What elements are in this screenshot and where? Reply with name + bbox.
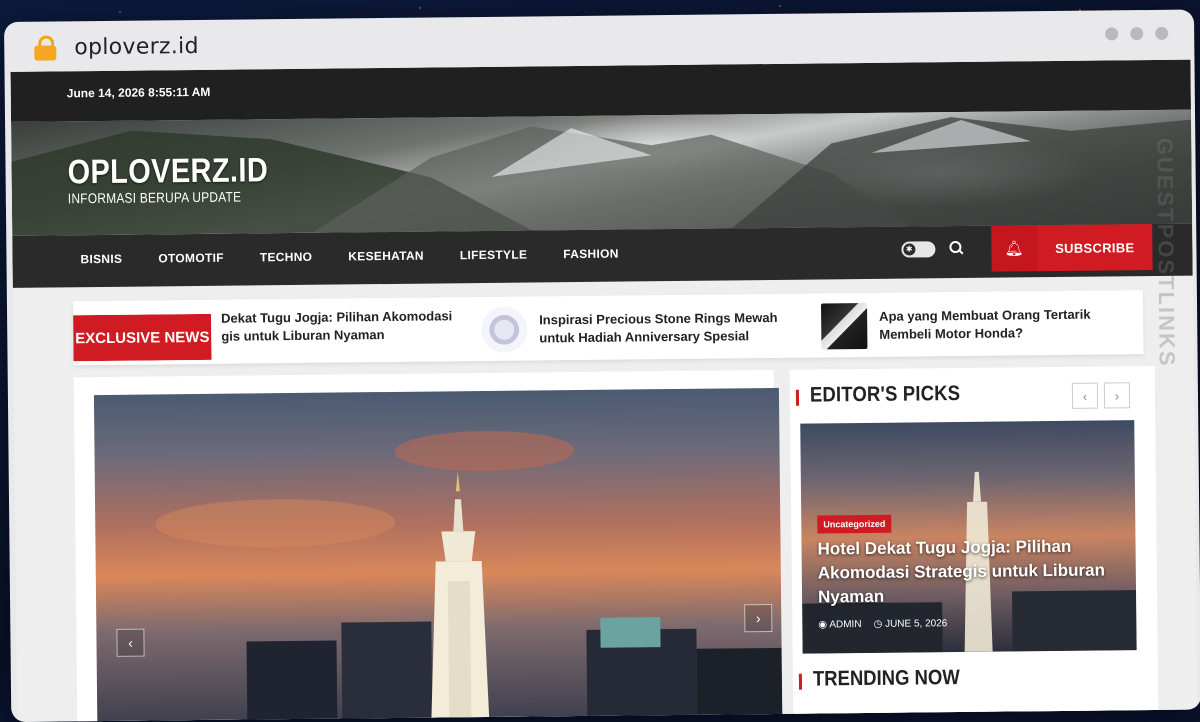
ticker-item[interactable]: Dekat Tugu Jogja: Pilihan Akomodasi gis … — [221, 307, 471, 345]
bell-icon[interactable]: 🔔︎ — [990, 225, 1038, 272]
lock-icon — [34, 35, 57, 61]
user-icon: ◉︎ — [818, 619, 830, 631]
editors-picks-prev-button[interactable]: ‹ — [1071, 382, 1099, 409]
nav-item-bisnis[interactable]: BISNIS — [80, 252, 122, 266]
ticker-item-title[interactable]: Dekat Tugu Jogja: Pilihan Akomodasi gis … — [221, 307, 471, 345]
editors-picks-widget: EDITOR'S PICKS ‹ › Uncategorized Hotel D… — [789, 365, 1159, 722]
theme-toggle[interactable]: ✱ — [901, 241, 936, 258]
window-dot[interactable] — [1155, 26, 1169, 40]
ticker-item-title[interactable]: Apa yang Membuat Orang Tertarik Membeli … — [879, 306, 1139, 344]
nav-item-kesehatan[interactable]: KESEHATAN — [348, 249, 424, 264]
nav-item-otomotif[interactable]: OTOMOTIF — [158, 251, 224, 266]
browser-window: oploverz.id June 14, 2026 8:55:11 AM OPL… — [4, 9, 1200, 722]
nav-item-techno[interactable]: TECHNO — [260, 250, 313, 265]
nav-item-lifestyle[interactable]: LIFESTYLE — [460, 248, 528, 263]
editors-picks-next-button[interactable]: › — [1103, 382, 1131, 409]
watermark: GUESTPOSTLINKS — [1149, 120, 1186, 420]
editors-pick-title[interactable]: Hotel Dekat Tugu Jogja: Pilihan Akomodas… — [817, 534, 1118, 609]
author-name[interactable]: ADMIN — [829, 619, 861, 630]
window-dot[interactable] — [1130, 27, 1144, 41]
theme-toggle-icon: ✱ — [903, 243, 916, 256]
site-name[interactable]: OPLOVERZ.ID — [67, 151, 268, 192]
exclusive-news-label: EXCLUSIVE NEWS — [73, 314, 211, 361]
post-meta: ◉︎ ADMIN ◷ JUNE 5, 2026 — [818, 618, 947, 630]
nav-actions: ✱ 🔔︎ SUBSCRIBE — [901, 212, 1153, 273]
ticker-thumbnail[interactable] — [820, 302, 868, 350]
news-ticker: EXCLUSIVE NEWS Dekat Tugu Jogja: Pilihan… — [72, 290, 1144, 366]
editors-pick-card[interactable]: Uncategorized Hotel Dekat Tugu Jogja: Pi… — [800, 420, 1137, 654]
main-navigation: BISNIS OTOMOTIF TECHNO KESEHATAN LIFESTY… — [12, 223, 1193, 288]
window-dot[interactable] — [1105, 27, 1119, 41]
featured-slider: ‹ › — [73, 369, 783, 722]
hero-image[interactable]: ‹ › — [93, 387, 783, 722]
search-icon[interactable] — [949, 240, 965, 257]
site-logo[interactable]: OPLOVERZ.ID INFORMASI BERUPA UPDATE — [67, 151, 304, 206]
post-date: ◷ JUNE 5, 2026 — [873, 618, 947, 630]
window-controls — [1105, 26, 1169, 41]
category-badge[interactable]: Uncategorized — [817, 514, 892, 534]
ticker-item[interactable]: Inspirasi Precious Stone Rings Mewah unt… — [481, 304, 781, 354]
section-accent — [798, 673, 803, 690]
section-accent — [795, 389, 800, 406]
nav-menu: BISNIS OTOMOTIF TECHNO KESEHATAN LIFESTY… — [80, 246, 654, 267]
url-text[interactable]: oploverz.id — [74, 34, 199, 60]
site-tagline: INFORMASI BERUPA UPDATE — [67, 188, 242, 207]
subscribe-button[interactable]: SUBSCRIBE — [1036, 223, 1153, 272]
nav-item-fashion[interactable]: FASHION — [563, 247, 619, 262]
ticker-thumbnail[interactable] — [481, 306, 528, 354]
editors-picks-title: EDITOR'S PICKS — [809, 382, 961, 407]
slider-next-button[interactable]: › — [744, 603, 773, 633]
ticker-item[interactable]: Apa yang Membuat Orang Tertarik Membeli … — [820, 300, 1139, 350]
current-datetime: June 14, 2026 8:55:11 AM — [66, 84, 211, 101]
ticker-item-title[interactable]: Inspirasi Precious Stone Rings Mewah unt… — [539, 309, 781, 347]
tugu-jogja-image — [155, 430, 783, 722]
post-date-text: JUNE 5, 2026 — [885, 618, 948, 630]
clock-icon: ◷ — [873, 618, 886, 630]
slider-prev-button[interactable]: ‹ — [116, 628, 145, 657]
website: June 14, 2026 8:55:11 AM OPLOVERZ.ID INF… — [10, 59, 1198, 722]
watermark-text: GUESTPOSTLINKS — [1152, 137, 1180, 368]
author[interactable]: ◉︎ ADMIN — [818, 619, 861, 630]
